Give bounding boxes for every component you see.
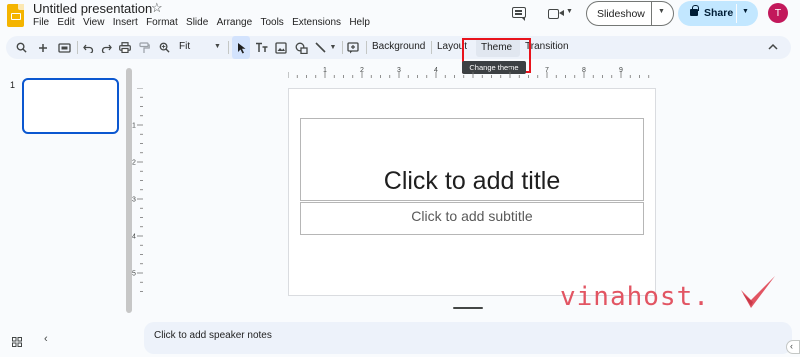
meet-chevron-down-icon[interactable]: ▼ (566, 8, 573, 15)
slide-thumbnail[interactable] (22, 78, 119, 134)
collapse-filmstrip-icon[interactable]: ‹ (44, 333, 48, 345)
document-title[interactable]: Untitled presentation (33, 1, 152, 16)
ruler-label: 1 (323, 67, 327, 74)
lock-icon (690, 5, 699, 16)
ruler-label: 1 (132, 123, 136, 130)
slideshow-label: Slideshow (597, 8, 645, 20)
slideshow-button[interactable]: Slideshow ▼ (586, 1, 674, 26)
slide-options-icon[interactable] (55, 36, 73, 59)
ruler-label: 5 (471, 67, 475, 74)
watermark-text: vinahost. (560, 282, 710, 312)
text-box-icon[interactable] (252, 36, 270, 59)
menu-bar: File Edit View Insert Format Slide Arran… (33, 16, 378, 29)
avatar[interactable]: T (768, 3, 788, 23)
menu-insert[interactable]: Insert (113, 16, 138, 29)
slide-number: 1 (10, 80, 16, 90)
menu-arrange[interactable]: Arrange (217, 16, 253, 29)
share-label: Share (704, 7, 734, 19)
subtitle-placeholder[interactable]: Click to add subtitle (300, 202, 644, 235)
shape-icon[interactable] (292, 36, 310, 59)
new-slide-icon[interactable] (34, 36, 52, 59)
grid-view-icon[interactable] (12, 334, 22, 347)
title-placeholder[interactable]: Click to add title (300, 118, 644, 201)
ruler-label: 2 (360, 67, 364, 74)
speaker-notes[interactable]: Click to add speaker notes (144, 322, 792, 354)
select-icon[interactable] (232, 36, 250, 59)
print-icon[interactable] (117, 36, 133, 59)
chevron-left-icon: ‹ (790, 341, 793, 351)
redo-icon[interactable] (98, 36, 114, 59)
menu-view[interactable]: View (83, 16, 105, 29)
menu-help[interactable]: Help (349, 16, 370, 29)
meet-video-icon[interactable] (548, 9, 564, 19)
watermark-logo-icon (741, 276, 775, 308)
collapse-toolbar-icon[interactable] (767, 40, 779, 52)
ruler-label: 3 (132, 197, 136, 204)
background-button[interactable]: Background (372, 41, 425, 52)
search-icon[interactable] (12, 36, 30, 59)
line-icon[interactable] (312, 36, 328, 59)
line-chevron-down-icon[interactable]: ▼ (328, 36, 338, 59)
share-button[interactable]: Share ▼ (678, 1, 758, 26)
speaker-notes-placeholder: Click to add speaker notes (154, 330, 272, 341)
title-placeholder-text: Click to add title (383, 167, 561, 195)
comment-add-icon[interactable] (344, 36, 362, 59)
zoom-chevron-down-icon[interactable]: ▼ (214, 43, 221, 50)
comment-history-icon[interactable] (512, 7, 526, 21)
notes-resize-handle[interactable] (453, 307, 483, 309)
ruler-label: 6 (508, 67, 512, 74)
ruler-label: 9 (619, 67, 623, 74)
image-icon[interactable] (272, 36, 290, 59)
menu-slide[interactable]: Slide (186, 16, 208, 29)
vertical-ruler[interactable]: 1 2 3 4 5 (131, 88, 143, 298)
menu-extensions[interactable]: Extensions (292, 16, 341, 29)
ruler-label: 5 (132, 271, 136, 278)
menu-format[interactable]: Format (146, 16, 178, 29)
share-chevron-down-icon[interactable]: ▼ (742, 8, 749, 15)
paint-format-icon[interactable] (136, 36, 152, 59)
ruler-label: 4 (434, 67, 438, 74)
slides-logo-icon[interactable] (7, 4, 24, 27)
menu-tools[interactable]: Tools (260, 16, 283, 29)
ruler-label: 3 (397, 67, 401, 74)
ruler-label: 4 (132, 234, 136, 241)
title-bar: Untitled presentation ☆ File Edit View I… (0, 0, 800, 34)
ruler-label: 7 (545, 67, 549, 74)
ruler-label: 8 (582, 67, 586, 74)
subtitle-placeholder-text: Click to add subtitle (411, 208, 533, 224)
toolbar: Fit ▼ ▼ Background Layout Theme Transiti… (6, 36, 791, 59)
transition-button[interactable]: Transition (525, 41, 569, 52)
zoom-select[interactable]: Fit (179, 41, 190, 52)
zoom-icon[interactable] (156, 36, 172, 59)
menu-edit[interactable]: Edit (57, 16, 74, 29)
menu-file[interactable]: File (33, 16, 49, 29)
ruler-label: 2 (132, 160, 136, 167)
slideshow-chevron-down-icon[interactable]: ▼ (658, 8, 665, 15)
side-panel-toggle[interactable]: ‹ (786, 340, 800, 354)
undo-icon[interactable] (80, 36, 96, 59)
horizontal-ruler[interactable]: 1 2 3 4 5 6 7 8 9 (288, 66, 656, 78)
star-icon[interactable]: ☆ (151, 0, 163, 16)
